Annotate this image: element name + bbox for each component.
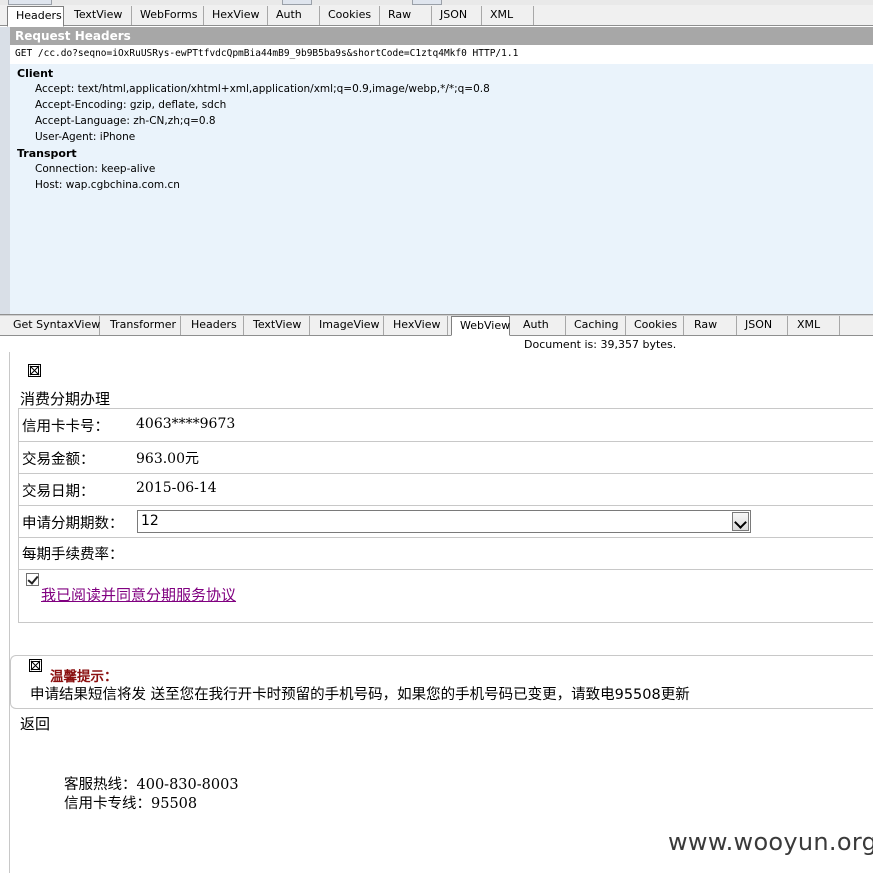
tab-xml-response[interactable]: XML: [789, 316, 840, 335]
broken-image-icon: [29, 659, 42, 672]
notice-box: 温馨提示： 申请结果短信将发 送至您在我行开卡时预留的手机号码，如果您的手机号码…: [10, 655, 873, 709]
document-size-info: Document is: 39,357 bytes.: [524, 338, 677, 351]
tab-textview[interactable]: TextView: [66, 6, 132, 25]
fee-rate-label: 每期手续费率：: [22, 547, 124, 563]
tab-hexview[interactable]: HexView: [204, 6, 268, 25]
page-title: 消费分期办理: [20, 390, 111, 408]
watermark: www.wooyun.org: [668, 828, 873, 856]
notice-title: 温馨提示：: [50, 669, 118, 685]
request-headers-title: Request Headers: [10, 27, 873, 45]
amount-value: 963.00元: [136, 451, 199, 467]
chevron-down-icon[interactable]: [732, 512, 749, 531]
tab-headers[interactable]: Headers: [7, 6, 64, 27]
header-item[interactable]: Host: wap.cgbchina.com.cn: [35, 179, 180, 191]
header-group-client[interactable]: Client: [17, 67, 53, 80]
tab-xml[interactable]: XML: [482, 6, 534, 25]
back-link[interactable]: 返回: [20, 713, 50, 734]
credit-card-hotline: 信用卡专线：95508: [64, 796, 198, 812]
header-group-transport[interactable]: Transport: [17, 147, 77, 160]
left-gutter: [0, 27, 10, 314]
date-value: 2015-06-14: [136, 480, 217, 496]
agree-checkbox[interactable]: [26, 573, 39, 586]
request-line: GET /cc.do?seqno=iOxRuUSRys-ewPTtfvdcQpm…: [10, 45, 873, 64]
tab-auth[interactable]: Auth: [268, 6, 320, 25]
tab-cookies-response[interactable]: Cookies: [626, 316, 684, 335]
tab-webview[interactable]: WebView: [451, 316, 510, 336]
tab-raw[interactable]: Raw: [380, 6, 432, 25]
tab-textview-response[interactable]: TextView: [245, 316, 310, 335]
header-item[interactable]: Accept-Language: zh-CN,zh;q=0.8: [35, 115, 216, 127]
request-inspector-tabs: Headers TextView WebForms HexView Auth C…: [0, 5, 873, 27]
installments-selected-value: 12: [141, 513, 159, 529]
form-row-date: 交易日期： 2015-06-14: [19, 474, 873, 506]
request-headers-tree: Client Accept: text/html,application/xht…: [10, 64, 873, 314]
notice-text: 申请结果短信将发 送至您在我行开卡时预留的手机号码，如果您的手机号码已变更，请致…: [30, 687, 690, 703]
tab-imageview[interactable]: ImageView: [311, 316, 384, 335]
tab-cookies[interactable]: Cookies: [320, 6, 380, 25]
tab-webforms[interactable]: WebForms: [132, 6, 204, 25]
tab-headers-response[interactable]: Headers: [183, 316, 244, 335]
date-label: 交易日期：: [22, 484, 95, 500]
tab-json-response[interactable]: JSON: [737, 316, 788, 335]
tab-get-syntaxview[interactable]: Get SyntaxView: [5, 316, 100, 335]
installments-label: 申请分期期数：: [22, 516, 124, 532]
tab-transformer[interactable]: Transformer: [102, 316, 181, 335]
tab-hexview-response[interactable]: HexView: [385, 316, 448, 335]
header-item[interactable]: Accept: text/html,application/xhtml+xml,…: [35, 83, 490, 95]
header-item[interactable]: Accept-Encoding: gzip, deflate, sdch: [35, 99, 226, 111]
response-inspector-tabs: Get SyntaxView Transformer Headers TextV…: [0, 316, 873, 336]
tab-caching[interactable]: Caching: [566, 316, 626, 335]
card-number-value: 4063****9673: [136, 416, 236, 432]
form-row-fee: 每期手续费率：: [19, 538, 873, 570]
form-row-installments: 申请分期期数： 12: [19, 506, 873, 538]
agreement-link[interactable]: 我已阅读并同意分期服务协议: [41, 584, 236, 605]
amount-label: 交易金额：: [22, 452, 95, 468]
tab-auth-response[interactable]: Auth: [515, 316, 566, 335]
installment-form: 信用卡卡号： 4063****9673 交易金额： 963.00元 交易日期： …: [18, 408, 873, 623]
header-item[interactable]: Connection: keep-alive: [35, 163, 155, 175]
form-row-amount: 交易金额： 963.00元: [19, 442, 873, 474]
service-hotline: 客服热线：400-830-8003: [64, 777, 239, 793]
tab-json[interactable]: JSON: [432, 6, 482, 25]
installments-select[interactable]: 12: [137, 510, 751, 533]
tab-raw-response[interactable]: Raw: [686, 316, 737, 335]
left-gutter: [0, 352, 10, 873]
broken-image-icon: [28, 364, 41, 377]
card-number-label: 信用卡卡号：: [22, 419, 109, 435]
form-row-card: 信用卡卡号： 4063****9673: [19, 409, 873, 442]
header-item[interactable]: User-Agent: iPhone: [35, 131, 135, 143]
